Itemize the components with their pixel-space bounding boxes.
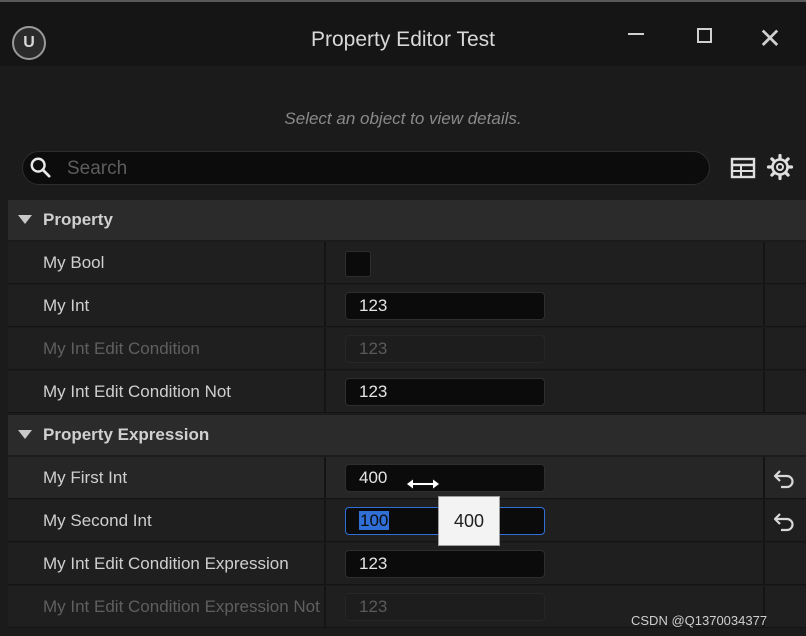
value-tooltip: 400	[438, 496, 500, 546]
column-divider	[763, 328, 765, 369]
property-name: My Second Int	[43, 511, 152, 530]
my-int-edit-condition-field: 123	[345, 335, 545, 363]
minimize-button[interactable]	[616, 20, 656, 56]
category-property-expression[interactable]: Property Expression	[8, 415, 806, 455]
reset-to-default-icon[interactable]	[772, 510, 796, 532]
watermark: CSDN @Q1370034377	[631, 613, 768, 628]
selected-text: 100	[359, 511, 390, 530]
property-row-my-int: My Int 123	[8, 285, 806, 327]
column-divider	[763, 371, 765, 412]
category-label: Property	[43, 210, 113, 229]
property-row-my-int-edit-condition-expression: My Int Edit Condition Expression 123	[8, 543, 806, 585]
close-icon[interactable]: ✕	[750, 20, 790, 56]
column-splitter[interactable]	[324, 371, 326, 412]
empty-selection-message: Select an object to view details.	[284, 109, 522, 128]
column-divider	[763, 242, 765, 283]
search-box[interactable]	[22, 151, 710, 185]
column-divider	[763, 543, 765, 584]
category-property[interactable]: Property	[8, 200, 806, 240]
column-divider	[763, 285, 765, 326]
property-row-my-second-int: My Second Int 100	[8, 500, 806, 542]
property-editor-window: U Property Editor Test ✕ Select an objec…	[0, 0, 806, 636]
search-input[interactable]	[65, 154, 689, 184]
column-splitter[interactable]	[324, 285, 326, 326]
property-row-my-int-edit-condition: My Int Edit Condition 123	[8, 328, 806, 370]
property-row-my-bool: My Bool	[8, 242, 806, 284]
horizontal-drag-cursor-icon	[405, 478, 441, 490]
reset-to-default-icon[interactable]	[772, 467, 796, 489]
column-divider	[763, 500, 765, 541]
property-name: My Int Edit Condition Expression	[43, 554, 289, 573]
column-splitter[interactable]	[324, 457, 326, 498]
column-splitter[interactable]	[324, 586, 326, 627]
my-int-edit-condition-not-field[interactable]: 123	[345, 378, 545, 406]
column-splitter[interactable]	[324, 500, 326, 541]
column-splitter[interactable]	[324, 328, 326, 369]
column-splitter[interactable]	[324, 543, 326, 584]
property-name: My Bool	[43, 253, 105, 272]
category-label: Property Expression	[43, 425, 210, 444]
table-view-icon[interactable]	[729, 154, 757, 182]
property-name: My Int Edit Condition Not	[43, 382, 232, 401]
title-bar[interactable]: U Property Editor Test ✕	[0, 2, 806, 66]
property-name: My First Int	[43, 468, 128, 487]
maximize-button[interactable]	[684, 20, 724, 56]
my-first-int-field[interactable]: 400	[345, 464, 545, 492]
my-int-field[interactable]: 123	[345, 292, 545, 320]
property-row-my-int-edit-condition-not: My Int Edit Condition Not 123	[8, 371, 806, 413]
my-bool-checkbox[interactable]	[345, 251, 371, 277]
column-splitter[interactable]	[324, 242, 326, 283]
property-name: My Int Edit Condition Expression Not	[43, 597, 320, 616]
triangle-down-icon	[18, 215, 32, 224]
triangle-down-icon	[18, 430, 32, 439]
settings-gear-icon[interactable]	[766, 153, 794, 181]
search-icon	[30, 157, 51, 178]
column-divider	[763, 457, 765, 498]
my-int-edit-condition-expression-field[interactable]: 123	[345, 550, 545, 578]
my-int-edit-condition-expression-not-field: 123	[345, 593, 545, 621]
property-name: My Int	[43, 296, 90, 315]
property-name: My Int Edit Condition	[43, 339, 200, 358]
